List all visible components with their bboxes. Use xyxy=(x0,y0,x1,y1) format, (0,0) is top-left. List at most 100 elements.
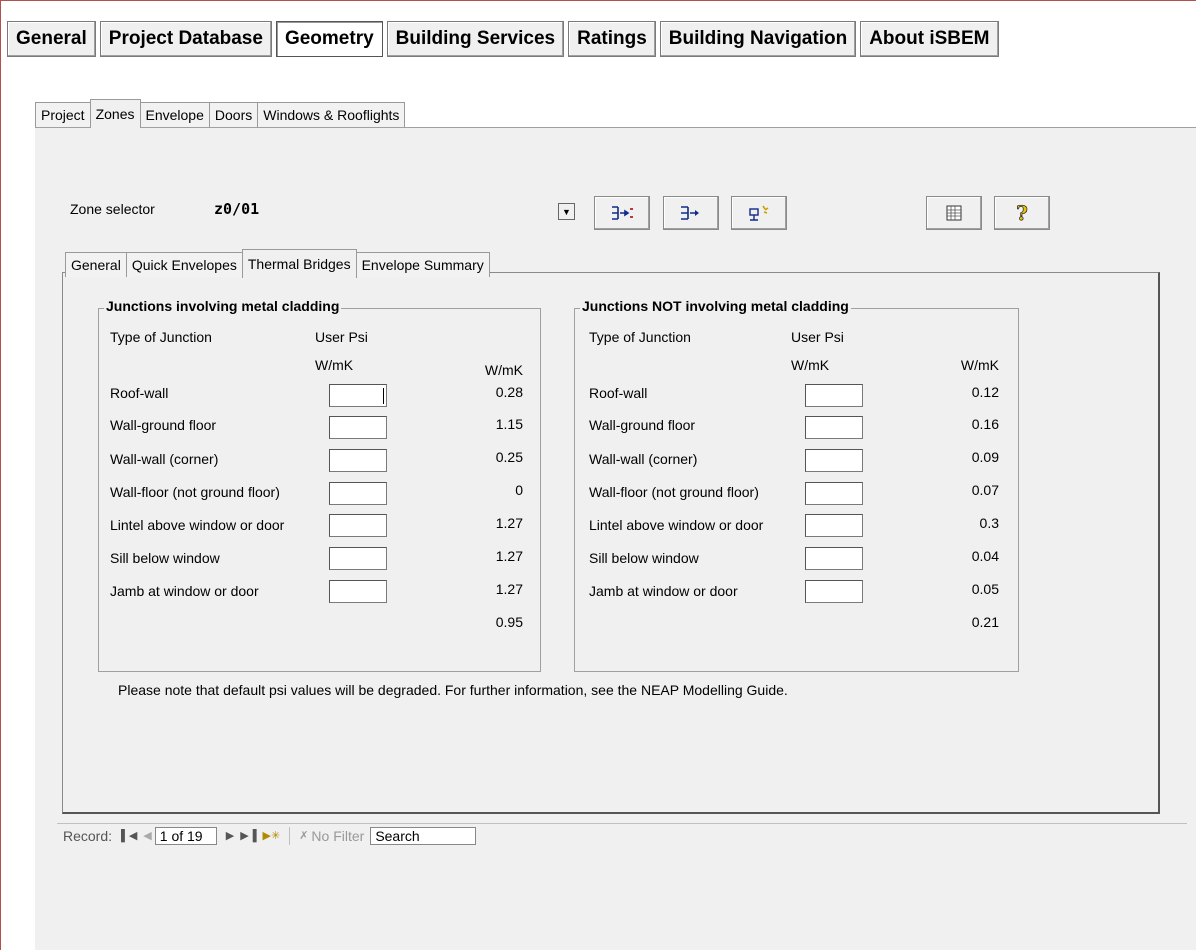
window-frame-left xyxy=(0,0,1,950)
nav-general-button[interactable]: General xyxy=(7,21,96,57)
unit-default-psi: W/mK xyxy=(960,357,999,373)
user-psi-input[interactable] xyxy=(329,547,387,570)
nav-building-navigation-button[interactable]: Building Navigation xyxy=(659,21,857,57)
subtab-quick-envelopes[interactable]: Quick Envelopes xyxy=(125,252,243,277)
default-psi-value: 0.25 xyxy=(495,449,523,465)
nav-building-services-button[interactable]: Building Services xyxy=(386,21,565,57)
help-icon: ? xyxy=(1016,202,1029,224)
tab-windows-rooflights[interactable]: Windows & Rooflights xyxy=(257,102,406,127)
default-psi-value: 0.28 xyxy=(495,384,523,400)
junction-label: Lintel above window or door xyxy=(110,517,285,533)
junction-label: Roof-wall xyxy=(110,385,169,401)
help-button[interactable]: ? xyxy=(994,196,1050,230)
nav-project-database-button[interactable]: Project Database xyxy=(99,21,272,57)
window-frame-top xyxy=(0,0,1196,1)
user-psi-input[interactable] xyxy=(329,416,387,439)
filter-icon[interactable]: ✗ xyxy=(296,829,311,842)
metal-cladding-group: Junctions involving metal cladding Type … xyxy=(98,298,541,672)
default-psi-value: 0.07 xyxy=(971,482,999,498)
record-navigation-bar: Record: ▌◀ ◀ 1 of 19 ▶ ▶▐ ▶✳ ✗ No Filter… xyxy=(57,823,1187,847)
unit-user-psi: W/mK xyxy=(315,357,354,373)
default-psi-value: 0.16 xyxy=(971,416,999,432)
junction-label: Jamb at window or door xyxy=(110,583,259,599)
nav-ratings-button[interactable]: Ratings xyxy=(568,21,656,57)
user-psi-input[interactable] xyxy=(805,416,863,439)
geometry-tabs: Project Zones Envelope Doors Windows & R… xyxy=(35,99,406,128)
nav-about-isbem-button[interactable]: About iSBEM xyxy=(860,21,999,57)
subtab-thermal-bridges[interactable]: Thermal Bridges xyxy=(241,249,357,278)
junction-label: Wall-ground floor xyxy=(589,417,696,433)
last-record-icon[interactable]: ▶▐ xyxy=(237,829,259,842)
default-psi-value: 0.3 xyxy=(979,515,999,531)
previous-record-icon[interactable]: ◀ xyxy=(140,829,154,842)
non-metal-cladding-group: Junctions NOT involving metal cladding T… xyxy=(574,298,1019,672)
no-filter-button[interactable]: No Filter xyxy=(311,828,364,844)
unit-default-psi: W/mK xyxy=(484,362,523,378)
table-view-button[interactable] xyxy=(926,196,982,230)
user-psi-input[interactable] xyxy=(805,547,863,570)
split-zone-button[interactable] xyxy=(663,196,719,230)
junction-label: Roof-wall xyxy=(589,385,648,401)
col-type-of-junction: Type of Junction xyxy=(589,329,691,345)
new-record-icon[interactable]: ▶✳ xyxy=(260,829,284,842)
default-psi-value: 1.27 xyxy=(495,548,523,564)
total-psi-value: 0.21 xyxy=(971,614,999,630)
default-psi-value: 0.12 xyxy=(971,384,999,400)
junction-label: Wall-ground floor xyxy=(110,417,217,433)
col-type-of-junction: Type of Junction xyxy=(110,329,212,345)
default-psi-value: 0.05 xyxy=(971,581,999,597)
junction-label: Lintel above window or door xyxy=(589,517,764,533)
zone-dropdown-button[interactable]: ▼ xyxy=(558,203,575,220)
divider xyxy=(289,826,291,845)
split-zone-icon xyxy=(681,206,699,220)
user-psi-input[interactable] xyxy=(329,482,387,505)
user-psi-input[interactable] xyxy=(329,580,387,603)
subtab-envelope-summary[interactable]: Envelope Summary xyxy=(355,252,490,277)
user-psi-input[interactable] xyxy=(329,449,387,472)
merge-zone-button[interactable] xyxy=(594,196,650,230)
unit-user-psi: W/mK xyxy=(791,357,830,373)
new-zone-button[interactable] xyxy=(731,196,787,230)
junction-label: Sill below window xyxy=(110,550,220,566)
user-psi-input[interactable] xyxy=(805,580,863,603)
nav-geometry-button[interactable]: Geometry xyxy=(275,21,383,57)
default-psi-value: 1.27 xyxy=(495,581,523,597)
zone-sub-tabs: General Quick Envelopes Thermal Bridges … xyxy=(65,249,490,278)
zone-selector-value[interactable]: z0/01 xyxy=(214,200,259,218)
tab-zones[interactable]: Zones xyxy=(89,99,141,128)
search-input[interactable]: Search xyxy=(370,826,477,845)
default-psi-value: 0.09 xyxy=(971,449,999,465)
first-record-icon[interactable]: ▌◀ xyxy=(118,829,140,842)
default-psi-value: 0.04 xyxy=(971,548,999,564)
user-psi-input[interactable] xyxy=(329,384,387,407)
record-position-input[interactable]: 1 of 19 xyxy=(154,826,217,845)
tab-envelope[interactable]: Envelope xyxy=(139,102,210,127)
user-psi-input[interactable] xyxy=(805,514,863,537)
default-psi-value: 1.15 xyxy=(495,416,523,432)
subtab-general[interactable]: General xyxy=(65,252,127,277)
merge-zone-icon xyxy=(612,206,633,220)
user-psi-input[interactable] xyxy=(329,514,387,537)
chevron-down-icon: ▼ xyxy=(562,206,571,217)
next-record-icon[interactable]: ▶ xyxy=(223,829,237,842)
user-psi-input[interactable] xyxy=(805,384,863,407)
junction-label: Wall-wall (corner) xyxy=(589,451,698,467)
default-psi-value: 0 xyxy=(515,482,523,498)
junction-label: Wall-floor (not ground floor) xyxy=(589,484,759,500)
metal-cladding-title: Junctions involving metal cladding xyxy=(104,298,342,314)
user-psi-input[interactable] xyxy=(805,449,863,472)
degradation-note: Please note that default psi values will… xyxy=(118,682,788,698)
table-icon xyxy=(946,205,962,221)
junction-label: Wall-floor (not ground floor) xyxy=(110,484,280,500)
tab-doors[interactable]: Doors xyxy=(208,102,259,127)
junction-label: Wall-wall (corner) xyxy=(110,451,219,467)
svg-text:?: ? xyxy=(1016,202,1028,224)
main-nav: General Project Database Geometry Buildi… xyxy=(7,21,999,59)
junction-label: Jamb at window or door xyxy=(589,583,738,599)
default-psi-value: 1.27 xyxy=(495,515,523,531)
total-psi-value: 0.95 xyxy=(495,614,523,630)
col-user-psi: User Psi xyxy=(315,329,368,345)
col-user-psi: User Psi xyxy=(791,329,844,345)
tab-project[interactable]: Project xyxy=(35,102,91,127)
user-psi-input[interactable] xyxy=(805,482,863,505)
